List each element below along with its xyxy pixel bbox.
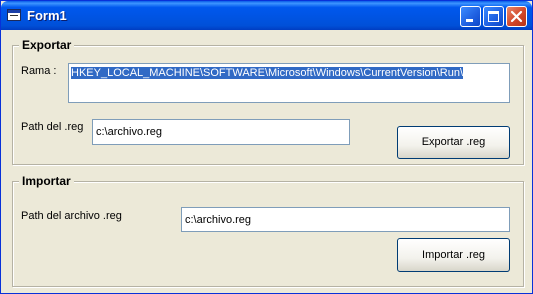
minimize-button[interactable] [460, 6, 481, 27]
close-icon [510, 10, 523, 23]
import-path-field[interactable] [181, 207, 510, 232]
maximize-button[interactable] [483, 6, 504, 27]
exportar-frame-label: Exportar [19, 38, 75, 52]
window-title: Form1 [27, 8, 67, 23]
title-bar[interactable]: Form1 [1, 1, 532, 30]
exportar-reg-button[interactable]: Exportar .reg [397, 126, 510, 159]
form1-window: Form1 Exportar Rama : HKEY_LOCAL_MACHINE… [0, 0, 533, 294]
importar-reg-button[interactable]: Importar .reg [397, 238, 510, 272]
vb-form-icon [7, 9, 21, 21]
rama-field[interactable]: HKEY_LOCAL_MACHINE\SOFTWARE\Microsoft\Wi… [68, 63, 510, 103]
path-reg-label: Path del .reg [21, 121, 84, 133]
minimize-icon [466, 19, 473, 22]
close-button[interactable] [506, 6, 527, 27]
path-archivo-label: Path del archivo .reg [21, 210, 122, 222]
maximize-icon [488, 11, 499, 22]
rama-label: Rama : [21, 65, 57, 77]
rama-selected-text: HKEY_LOCAL_MACHINE\SOFTWARE\Microsoft\Wi… [71, 67, 464, 79]
export-path-field[interactable] [92, 119, 350, 145]
importar-frame-label: Importar [19, 174, 74, 188]
